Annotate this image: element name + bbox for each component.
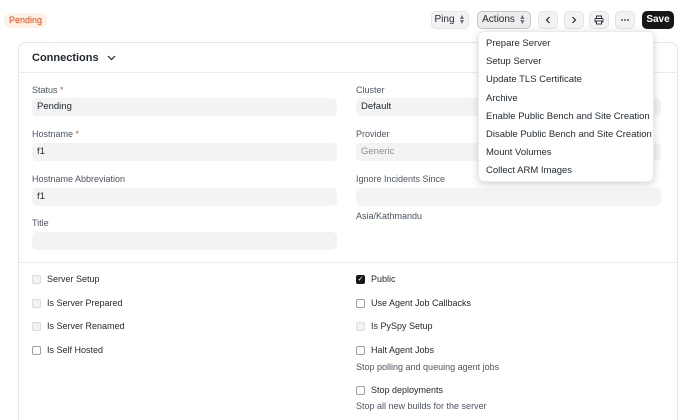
checkbox-box xyxy=(356,385,365,395)
print-button[interactable] xyxy=(589,11,609,29)
cluster-label: Cluster xyxy=(356,85,385,95)
public-checkbox[interactable]: ✓ Public xyxy=(356,274,396,284)
checkbox-box xyxy=(356,298,365,308)
previous-button[interactable] xyxy=(538,11,558,29)
server-setup-checkbox[interactable]: Server Setup xyxy=(32,274,100,284)
hostname-field[interactable]: f1 xyxy=(32,143,337,161)
is-pyspy-setup-checkbox[interactable]: Is PySpy Setup xyxy=(356,321,433,331)
menu-item-setup-server[interactable]: Setup Server xyxy=(479,53,653,71)
ping-button[interactable]: Ping ▲ ▼ xyxy=(431,11,469,29)
sort-icon: ▲ ▼ xyxy=(458,14,466,26)
checkbox-box xyxy=(32,345,41,355)
section-divider xyxy=(19,262,677,263)
menu-item-disable-public-bench[interactable]: Disable Public Bench and Site Creation xyxy=(479,126,653,144)
menu-item-update-tls-certificate[interactable]: Update TLS Certificate xyxy=(479,71,653,89)
is-self-hosted-checkbox[interactable]: Is Self Hosted xyxy=(32,345,103,355)
stop-deployments-checkbox[interactable]: Stop deployments xyxy=(356,385,443,395)
ignore-incidents-since-label: Ignore Incidents Since xyxy=(356,174,446,184)
more-button[interactable] xyxy=(615,11,635,29)
hostname-label: Hostname * xyxy=(32,129,80,139)
ping-button-label: Ping xyxy=(434,14,455,25)
chevron-right-icon xyxy=(572,16,577,24)
use-agent-job-callbacks-checkbox[interactable]: Use Agent Job Callbacks xyxy=(356,298,471,308)
menu-item-archive[interactable]: Archive xyxy=(479,90,653,108)
menu-item-prepare-server[interactable]: Prepare Server xyxy=(479,35,653,53)
section-header[interactable]: Connections xyxy=(32,52,116,64)
halt-agent-jobs-checkbox[interactable]: Halt Agent Jobs xyxy=(356,345,434,355)
hostname-abbreviation-field[interactable]: f1 xyxy=(32,188,337,206)
checkbox-box xyxy=(356,345,365,355)
save-button[interactable]: Save xyxy=(642,11,674,29)
menu-item-mount-volumes[interactable]: Mount Volumes xyxy=(479,144,653,162)
sort-icon: ▲ ▼ xyxy=(518,14,526,26)
stop-deployments-note: Stop all new builds for the server xyxy=(356,401,487,411)
checkbox-box xyxy=(32,298,41,308)
menu-item-collect-arm-images[interactable]: Collect ARM Images xyxy=(479,162,653,180)
checkbox-box xyxy=(32,321,41,331)
menu-item-enable-public-bench[interactable]: Enable Public Bench and Site Creation xyxy=(479,108,653,126)
provider-label: Provider xyxy=(356,129,390,139)
checkbox-box xyxy=(32,274,41,284)
check-icon: ✓ xyxy=(356,274,365,284)
printer-icon xyxy=(594,15,604,25)
status-field[interactable]: Pending xyxy=(32,98,337,116)
ellipsis-icon xyxy=(621,19,629,21)
is-server-prepared-checkbox[interactable]: Is Server Prepared xyxy=(32,298,123,308)
chevron-down-icon xyxy=(107,55,116,61)
title-label: Title xyxy=(32,218,49,228)
actions-button[interactable]: Actions ▲ ▼ xyxy=(477,11,531,29)
hostname-abbreviation-label: Hostname Abbreviation xyxy=(32,174,126,184)
section-title: Connections xyxy=(32,52,99,64)
next-button[interactable] xyxy=(564,11,584,29)
halt-agent-jobs-note: Stop polling and queuing agent jobs xyxy=(356,362,500,372)
actions-menu: Prepare Server Setup Server Update TLS C… xyxy=(478,31,654,182)
timezone-note: Asia/Kathmandu xyxy=(356,211,423,221)
chevron-left-icon xyxy=(545,16,550,24)
status-label: Status * xyxy=(32,85,64,95)
actions-button-label: Actions xyxy=(482,14,515,25)
is-server-renamed-checkbox[interactable]: Is Server Renamed xyxy=(32,321,125,331)
status-badge: Pending xyxy=(4,13,48,28)
ignore-incidents-since-field[interactable] xyxy=(356,188,661,206)
title-field[interactable] xyxy=(32,232,337,250)
checkbox-box xyxy=(356,321,365,331)
